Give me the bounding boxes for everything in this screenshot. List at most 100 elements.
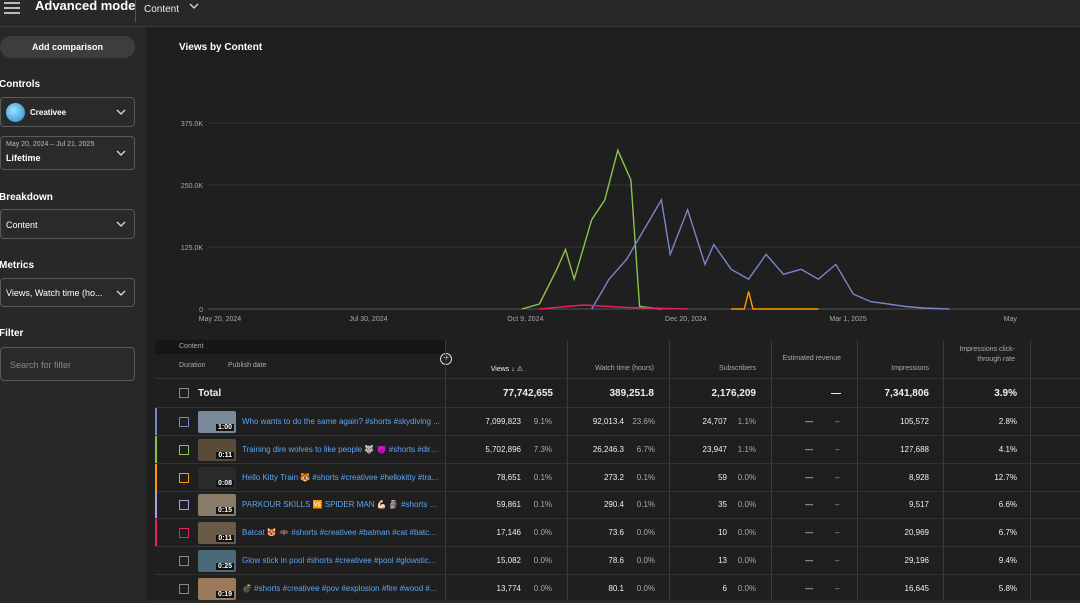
ctr-value: 6.7%	[998, 528, 1017, 538]
watch-value: 290.4	[603, 500, 624, 510]
subs-value: 6	[722, 583, 727, 593]
subs-value: 10	[718, 528, 727, 538]
row-checkbox[interactable]	[179, 472, 189, 483]
divider	[771, 340, 772, 600]
duration-badge: 0:11	[216, 535, 234, 543]
views-percent: 0.1%	[533, 472, 552, 482]
video-title-link[interactable]: Batcat 😻 🦇 #shorts #creativee #batman #c…	[242, 528, 440, 537]
views-percent: 7.3%	[533, 444, 552, 454]
row-checkbox[interactable]	[179, 556, 189, 566]
watch-value: 80.1	[608, 583, 624, 593]
revenue-value: —	[805, 583, 813, 593]
content-col-header[interactable]: Content	[179, 343, 204, 350]
row-checkbox[interactable]	[179, 500, 189, 511]
controls-heading: Controls	[0, 79, 41, 90]
duration-badge: 1:00	[215, 424, 234, 431]
duration-badge: 0:15	[215, 507, 234, 515]
watch-percent: 0.0%	[636, 583, 655, 593]
ctr-value: 5.8%	[998, 583, 1017, 593]
y-tick-label: 125.0K	[181, 245, 204, 252]
video-thumbnail[interactable]: 0:15	[198, 494, 236, 517]
ctr-col-header[interactable]: Impressions click-through rate	[955, 345, 1015, 365]
divider	[155, 518, 1080, 520]
watch-percent: 0.0%	[636, 556, 655, 565]
video-title-link[interactable]: Hello Kitty Train 🐯 #shorts #creativee #…	[242, 473, 440, 482]
watch-value: 26,246.3	[592, 444, 624, 454]
y-tick-label: 375.0K	[181, 121, 204, 128]
total-ctr: 3.9%	[994, 388, 1017, 399]
watch-percent: 6.7%	[636, 444, 655, 454]
y-tick-label: 250.0K	[181, 183, 204, 190]
video-thumbnail[interactable]: 0:19	[198, 577, 236, 600]
impressions-value: 29,196	[904, 556, 929, 565]
ctr-value: 2.8%	[998, 417, 1017, 426]
publish-col-header[interactable]: Publish date	[228, 362, 267, 369]
add-column-icon[interactable]: +	[440, 353, 452, 365]
views-col-header[interactable]: Views ↓ ⚠	[445, 365, 523, 373]
duration-badge: 0:11	[216, 451, 234, 459]
subs-percent: 1.1%	[737, 444, 756, 454]
row-checkbox[interactable]	[179, 417, 189, 427]
revenue-col-header[interactable]: Estimated revenue	[771, 354, 841, 364]
video-title-link[interactable]: 💣 #shorts #creativee #pov #explosion #fi…	[242, 584, 440, 593]
revenue-percent: –	[835, 444, 840, 454]
subs-value: 59	[718, 472, 727, 482]
row-checkbox[interactable]	[179, 444, 189, 455]
x-tick-label: Dec 20, 2024	[665, 316, 707, 323]
ctr-value: 4.1%	[998, 444, 1017, 454]
row-checkbox[interactable]	[179, 528, 189, 539]
video-thumbnail[interactable]: 1:00	[198, 411, 236, 433]
video-title-link[interactable]: Glow stick in pool #shorts #creativee #p…	[242, 556, 440, 565]
channel-name: Creativee	[30, 108, 67, 117]
breakdown-value: Content	[6, 220, 38, 230]
video-title-link[interactable]: Who wants to do the same again? #shorts …	[242, 417, 440, 426]
subs-col-header[interactable]: Subscribers	[669, 365, 756, 372]
video-title-link[interactable]: Training dire wolves to like people 🐺 😈 …	[242, 445, 440, 454]
watch-percent: 0.1%	[636, 472, 655, 482]
video-thumbnail[interactable]: 0:11	[198, 438, 236, 461]
breakdown-select[interactable]: Content	[0, 209, 135, 239]
watch-value: 73.6	[608, 528, 624, 538]
date-range-select[interactable]: May 20, 2024 – Jul 21, 2025 Lifetime	[0, 136, 135, 170]
channel-select[interactable]: Creativee	[0, 97, 135, 127]
series-line	[591, 197, 950, 310]
watch-value: 78.6	[608, 556, 624, 565]
x-tick-label: Mar 1, 2025	[829, 316, 866, 323]
impressions-value: 127,688	[900, 444, 929, 454]
views-value: 78,651	[496, 472, 521, 482]
watch-col-header[interactable]: Watch time (hours)	[567, 365, 654, 372]
total-checkbox[interactable]	[179, 388, 189, 398]
views-percent: 9.1%	[533, 417, 552, 426]
duration-col-header[interactable]: Duration	[179, 362, 205, 369]
metrics-value: Views, Watch time (ho...	[6, 288, 103, 298]
revenue-percent: –	[835, 500, 840, 510]
video-thumbnail[interactable]: 0:25	[198, 550, 236, 572]
impressions-value: 105,572	[900, 417, 929, 426]
subs-percent: 0.0%	[737, 472, 756, 482]
video-thumbnail[interactable]: 0:08	[198, 466, 236, 489]
total-watch: 389,251.8	[609, 388, 655, 399]
ctr-value: 6.6%	[998, 500, 1017, 510]
subs-value: 23,947	[702, 444, 727, 454]
views-percent: 0.0%	[533, 583, 552, 593]
date-range-text: May 20, 2024 – Jul 21, 2025	[6, 141, 95, 148]
add-comparison-button[interactable]: Add comparison	[0, 36, 135, 58]
video-thumbnail[interactable]: 0:11	[198, 522, 236, 545]
chevron-down-icon	[116, 109, 126, 115]
subs-percent: 0.0%	[737, 556, 756, 565]
metrics-select[interactable]: Views, Watch time (ho...	[0, 278, 135, 307]
watch-value: 92,013.4	[592, 417, 624, 426]
x-tick-label: Jul 30, 2024	[349, 316, 387, 323]
top-content-label[interactable]: Content	[144, 4, 179, 15]
row-checkbox[interactable]	[179, 583, 189, 594]
menu-icon[interactable]	[4, 0, 20, 14]
filter-input[interactable]: Search for filter	[0, 347, 135, 381]
total-views: 77,742,655	[502, 388, 553, 399]
chevron-down-icon[interactable]	[188, 0, 200, 12]
video-title-link[interactable]: PARKOUR SKILLS 🆚 SPIDER MAN 💪🏻 🗿 #shorts…	[242, 500, 440, 509]
impressions-col-header[interactable]: Impressions	[857, 365, 929, 372]
series-line	[731, 291, 819, 310]
divider	[155, 574, 1080, 575]
divider	[135, 0, 136, 22]
revenue-percent: –	[835, 417, 840, 426]
